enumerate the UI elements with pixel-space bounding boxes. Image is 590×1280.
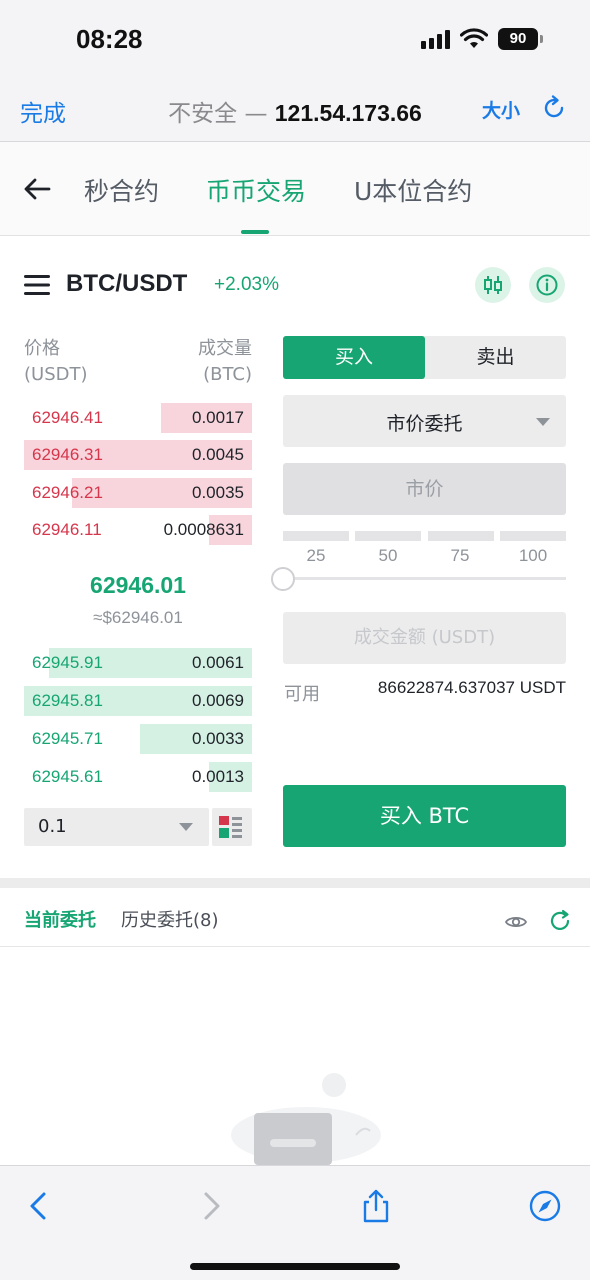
price-field[interactable]: 市价 [283,463,566,515]
bid-row[interactable]: 62945.81 0.0069 [24,686,252,716]
active-tab-indicator [241,230,269,234]
browser-url-bar: 完成 不安全 — 121.54.173.66 大小 [0,76,590,142]
ask-price: 62946.31 [32,445,103,464]
price-header-label: 价格 [24,338,60,359]
chevron-down-icon [536,418,550,426]
tab-usdt-futures[interactable]: U本位合约 [354,172,472,208]
ask-row[interactable]: 62946.41 0.0017 [24,403,252,433]
ask-quantity: 0.0017 [192,408,244,427]
url-host: 121.54.173.66 [274,100,422,126]
share-icon[interactable] [358,1188,394,1224]
ask-price: 62946.41 [32,408,103,427]
ask-row[interactable]: 62946.31 0.0045 [24,440,252,470]
buy-btc-button[interactable]: 买入 BTC [283,785,566,847]
pair-name[interactable]: BTC/USDT [66,270,187,298]
qty-header-label: 成交量 [198,338,252,359]
bid-quantity: 0.0013 [192,767,244,786]
available-label: 可用 [284,684,320,705]
tab-spot-trading[interactable]: 币币交易 [206,172,306,208]
cellular-signal-icon [421,29,450,49]
bid-quantity: 0.0061 [192,653,244,672]
percent-option-75[interactable]: 75 [430,546,490,566]
insecure-label: 不安全 — [168,101,268,127]
battery-indicator: 90 [498,28,543,50]
home-indicator [190,1263,400,1270]
percent-option-50[interactable]: 50 [358,546,418,566]
bid-price: 62945.61 [32,767,103,786]
available-balance: 86622874.637037 USDT [377,678,566,697]
bid-row[interactable]: 62945.91 0.0061 [24,648,252,678]
bid-quantity: 0.0069 [192,691,244,710]
percent-option-100[interactable]: 100 [503,546,563,566]
ask-price: 62946.21 [32,483,103,502]
last-price[interactable]: 62946.01 [24,572,252,599]
buy-sell-toggle: 买入 卖出 [283,336,566,379]
depth-precision-value: 0.1 [38,816,67,837]
kline-chart-button[interactable] [475,267,511,303]
candlestick-icon [484,276,502,294]
compass-icon[interactable] [527,1188,563,1224]
forward-icon[interactable] [192,1188,228,1224]
reload-icon[interactable] [540,94,568,122]
ask-row[interactable]: 62946.11 0.0008631 [24,515,252,545]
app-tab-bar: 秒合约 币币交易 U本位合约 [0,142,590,236]
depth-precision-select[interactable]: 0.1 [24,808,209,846]
text-size-button[interactable]: 大小 [482,96,520,123]
buy-side-tab[interactable]: 买入 [283,336,425,379]
back-icon[interactable] [22,1188,58,1224]
order-book-price-header: 价格 (USDT) [24,336,88,388]
status-time: 08:28 [76,24,143,54]
orders-header-divider [0,946,590,947]
sell-side-tab[interactable]: 卖出 [425,336,566,379]
info-icon [536,274,558,296]
order-type-select[interactable]: 市价委托 [283,395,566,447]
bid-quantity: 0.0033 [192,729,244,748]
eye-icon[interactable] [504,910,528,934]
price-header-unit: (USDT) [24,364,88,385]
percent-option-25[interactable]: 25 [286,546,346,566]
ask-price: 62946.11 [32,520,102,539]
order-book-qty-header: 成交量 (BTC) [170,336,252,388]
order-book-layout-button[interactable] [212,808,252,846]
bid-row[interactable]: 62945.61 0.0013 [24,762,252,792]
tab-second-contract[interactable]: 秒合约 [84,172,159,208]
percent-segment[interactable] [428,531,494,541]
ask-quantity: 0.0008631 [163,520,244,539]
percent-segment[interactable] [283,531,349,541]
wifi-icon [460,28,488,48]
bid-price: 62945.91 [32,653,103,672]
status-indicators: 90 [421,28,543,50]
section-divider [0,878,590,888]
amount-slider-handle[interactable] [271,567,295,591]
info-button[interactable] [529,267,565,303]
bid-price: 62945.81 [32,691,103,710]
percent-segment[interactable] [355,531,421,541]
qty-header-unit: (BTC) [203,364,252,385]
tab-order-history[interactable]: 历史委托(8) [121,906,219,932]
back-arrow-icon[interactable] [22,174,52,204]
bid-price: 62945.71 [32,729,103,748]
percent-segment[interactable] [500,531,566,541]
browser-toolbar [0,1165,590,1280]
ask-quantity: 0.0035 [192,483,244,502]
chevron-down-icon [179,823,193,831]
amount-slider-track[interactable] [283,577,566,580]
ask-quantity: 0.0045 [192,445,244,464]
book-layout-icon [219,816,242,838]
empty-state-illustration [231,1073,381,1165]
bid-row[interactable]: 62945.71 0.0033 [24,724,252,754]
ask-row[interactable]: 62946.21 0.0035 [24,478,252,508]
refresh-icon[interactable] [548,909,572,933]
menu-icon[interactable] [24,274,50,296]
order-type-value: 市价委托 [386,413,463,435]
tab-current-orders[interactable]: 当前委托 [24,906,96,932]
last-price-fiat: ≈$62946.01 [93,608,183,627]
pair-change-percent: +2.03% [214,274,279,295]
status-bar: 08:28 90 [0,0,590,76]
trade-amount-input[interactable]: 成交金额 (USDT) [283,612,566,664]
